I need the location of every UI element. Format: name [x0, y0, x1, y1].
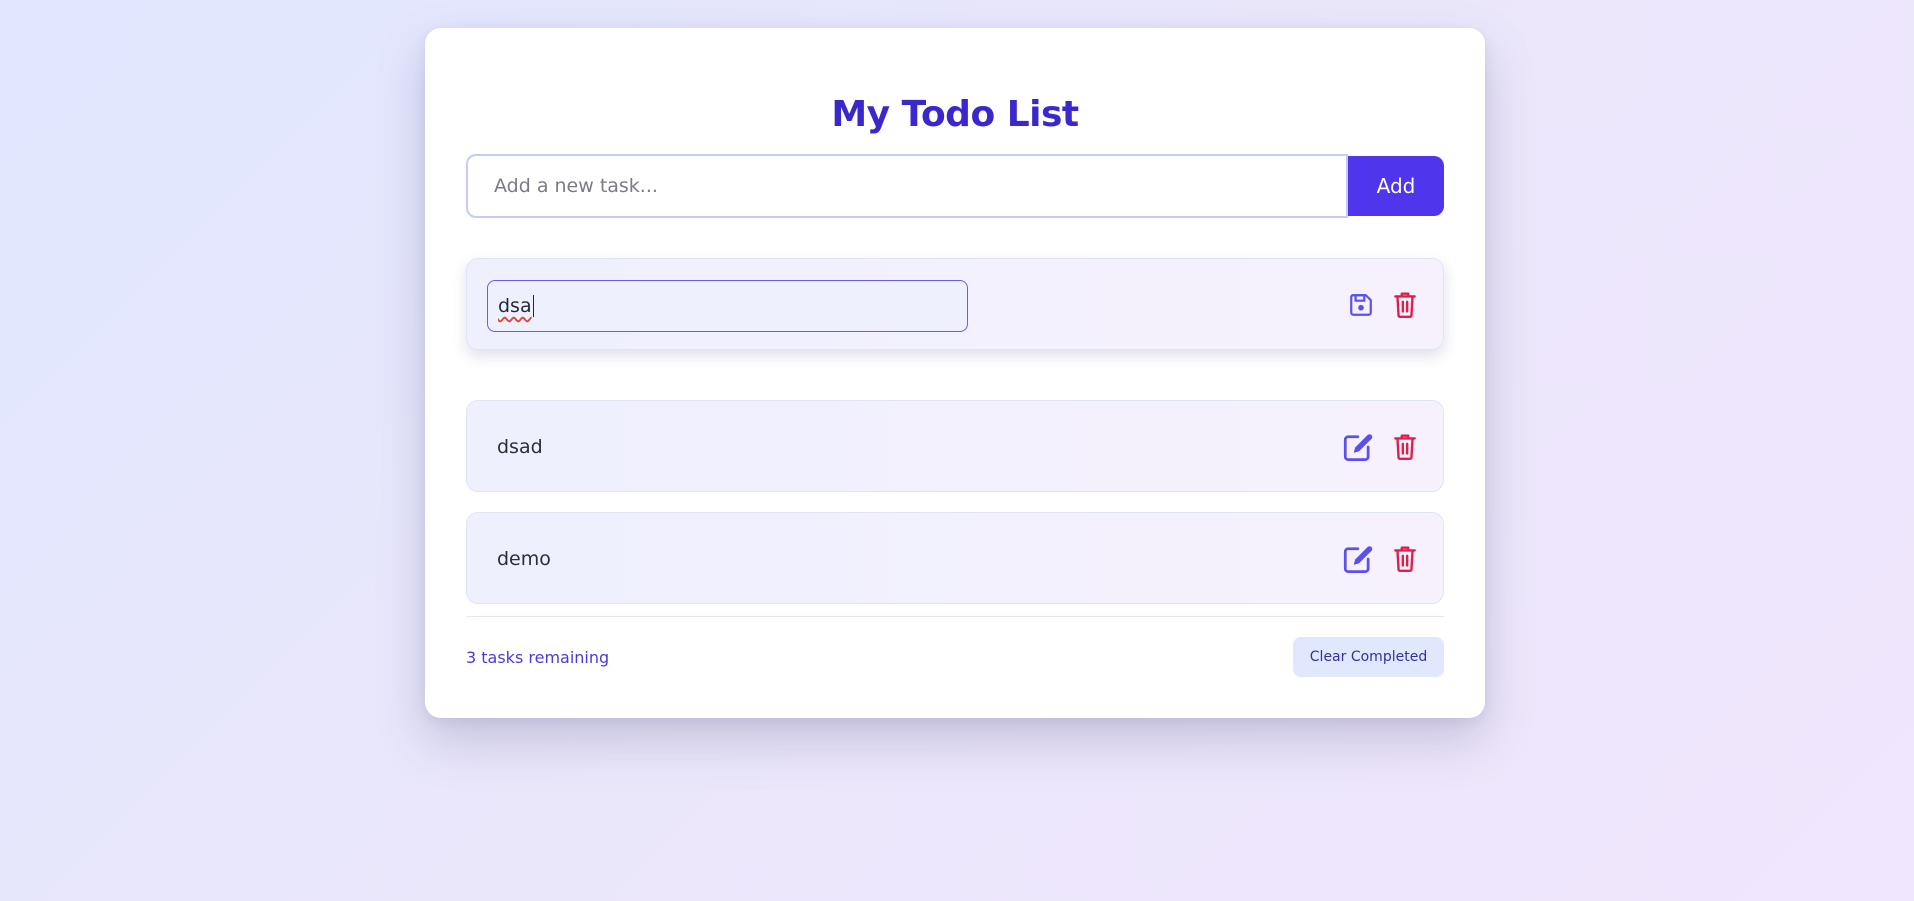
edit-task-value: dsa — [498, 295, 532, 317]
save-icon — [1348, 292, 1374, 318]
trash-icon — [1392, 545, 1418, 573]
todo-item: dsa — [466, 258, 1444, 350]
footer-divider — [466, 616, 1444, 617]
delete-button[interactable] — [1387, 541, 1423, 577]
new-task-input[interactable] — [466, 154, 1348, 218]
todo-item: demo — [466, 512, 1444, 604]
edit-icon — [1343, 544, 1375, 574]
edit-button[interactable] — [1341, 541, 1377, 577]
tasks-remaining-count: 3 tasks remaining — [466, 648, 610, 667]
text-cursor — [532, 295, 535, 317]
todo-text[interactable]: dsad — [497, 401, 543, 493]
todo-card: My Todo List Add dsa — [425, 28, 1485, 718]
delete-button[interactable] — [1387, 287, 1423, 323]
save-button[interactable] — [1343, 287, 1379, 323]
edit-task-input[interactable]: dsa — [487, 280, 968, 332]
edit-button[interactable] — [1341, 429, 1377, 465]
todo-text[interactable]: demo — [497, 513, 551, 605]
trash-icon — [1392, 433, 1418, 461]
trash-icon — [1392, 291, 1418, 319]
todo-item: dsad — [466, 400, 1444, 492]
clear-completed-button[interactable]: Clear Completed — [1293, 637, 1444, 677]
delete-button[interactable] — [1387, 429, 1423, 465]
add-button[interactable]: Add — [1348, 156, 1444, 216]
edit-icon — [1343, 432, 1375, 462]
add-task-form: Add — [466, 154, 1444, 218]
page-title: My Todo List — [831, 94, 1079, 135]
